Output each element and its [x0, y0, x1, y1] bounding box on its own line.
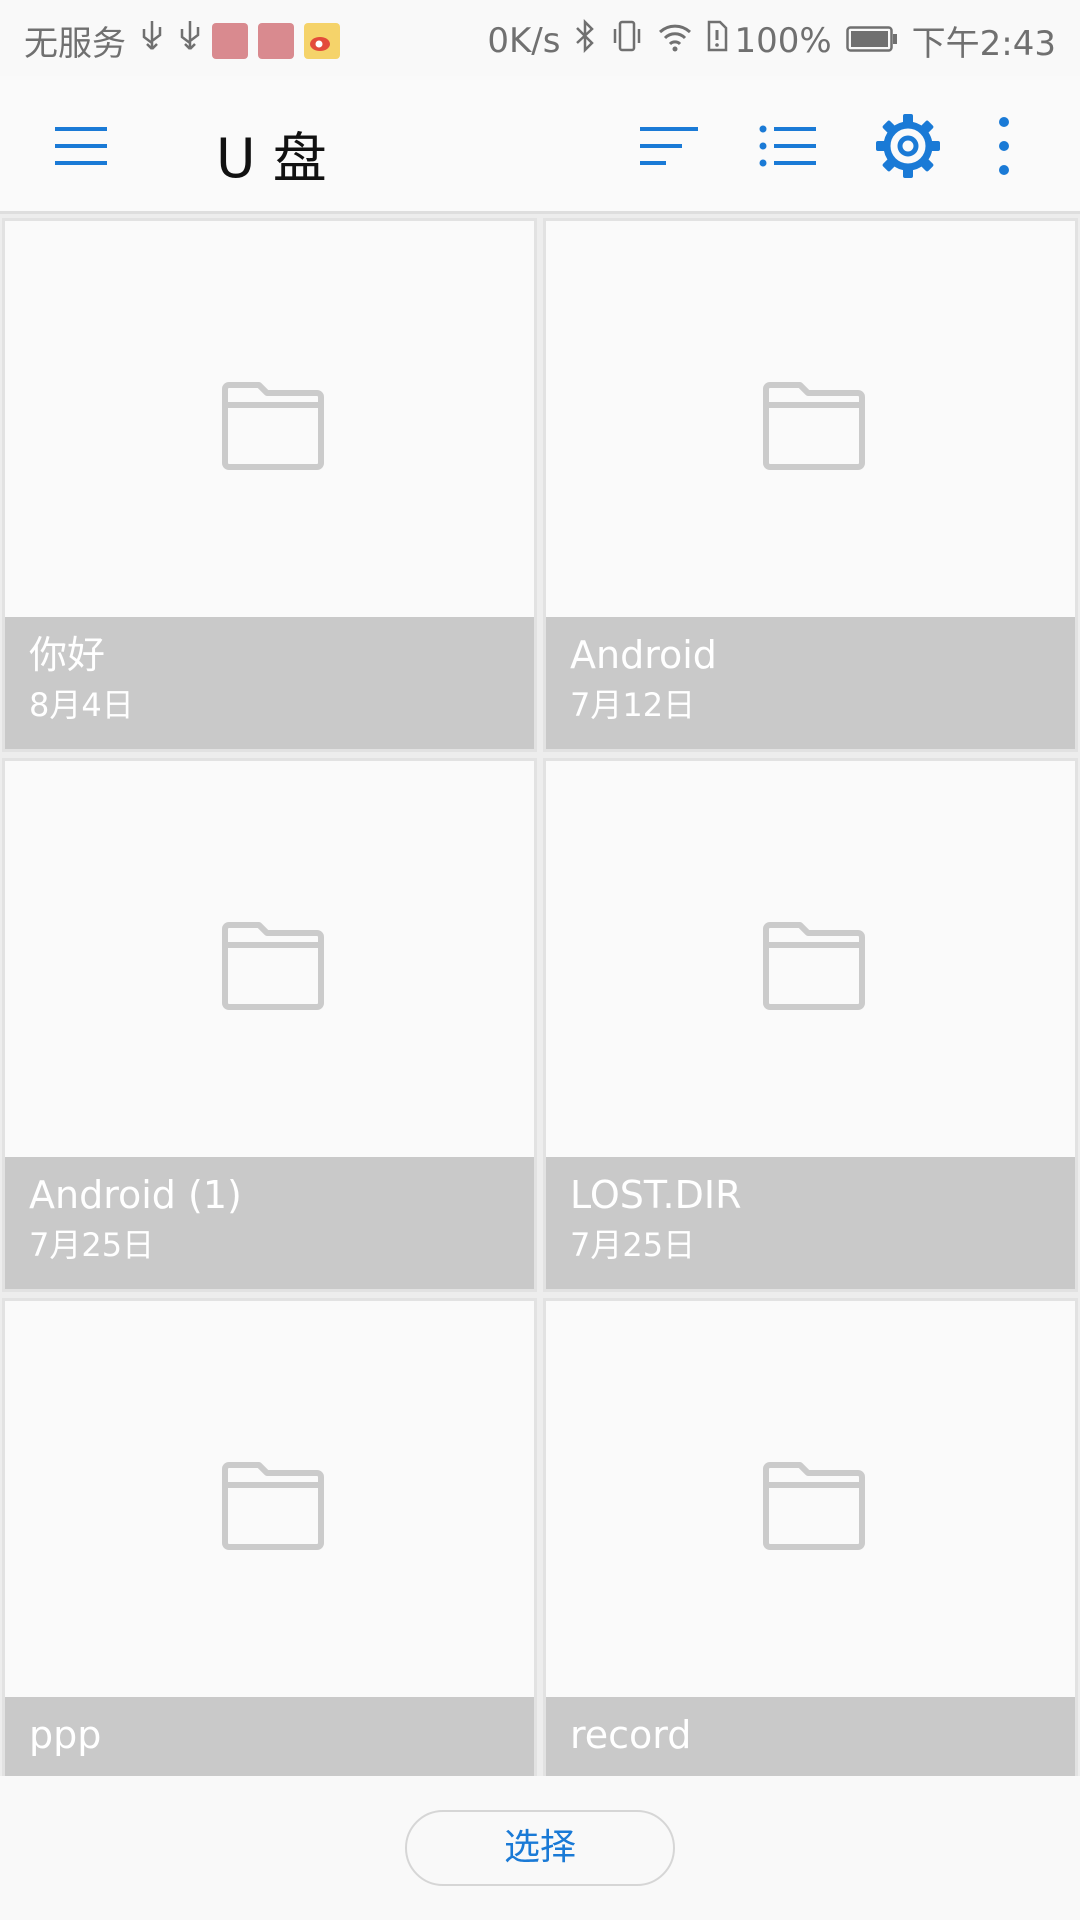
wifi-icon — [658, 21, 692, 61]
folder-icon — [222, 382, 324, 470]
clock: 下午2:43 — [911, 24, 1056, 64]
bottom-bar: 选择 — [0, 1776, 1080, 1920]
folder-name: Android (1) — [29, 1173, 242, 1217]
status-bar: 无服务 0K/s 100% 下午2:43 — [0, 0, 1080, 76]
select-button[interactable]: 选择 — [405, 1810, 675, 1886]
folder-caption: Android 7月12日 — [546, 617, 1075, 749]
folder-date: 7月25日 — [29, 1226, 155, 1264]
folder-caption: ppp — [5, 1697, 534, 1776]
page-title: U 盘 — [216, 127, 327, 190]
settings-button[interactable] — [874, 112, 942, 180]
huawei-app-icon — [212, 22, 248, 59]
folder-date: 8月4日 — [29, 686, 134, 724]
folder-name: 你好 — [29, 633, 106, 677]
folder-date: 7月25日 — [570, 1226, 696, 1264]
folder-caption: Android (1) 7月25日 — [5, 1157, 534, 1289]
folder-icon — [763, 1462, 865, 1550]
folder-tile[interactable]: 你好 8月4日 — [2, 218, 537, 752]
folder-name: record — [570, 1713, 692, 1757]
carrier-label: 无服务 — [24, 24, 126, 64]
list-view-icon — [759, 125, 816, 167]
folder-tile[interactable]: record — [543, 1298, 1078, 1776]
folder-tile[interactable]: ppp — [2, 1298, 537, 1776]
weibo-icon — [304, 22, 340, 59]
folder-name: LOST.DIR — [570, 1173, 742, 1217]
status-right: 0K/s 100% 下午2:43 — [487, 16, 1056, 65]
battery-icon — [845, 21, 898, 61]
settings-icon — [876, 114, 940, 178]
usb-icon — [178, 19, 202, 62]
folder-tile[interactable]: Android (1) 7月25日 — [2, 758, 537, 1292]
folder-icon — [222, 1462, 324, 1550]
folder-icon — [222, 922, 324, 1010]
menu-icon — [55, 127, 107, 165]
battery-percent: 100% — [734, 20, 832, 61]
folder-caption: 你好 8月4日 — [5, 617, 534, 749]
folder-name: Android — [570, 633, 717, 677]
folder-date: 7月12日 — [570, 686, 696, 724]
bluetooth-icon — [574, 18, 596, 62]
folder-icon — [763, 382, 865, 470]
usb-icon — [140, 19, 164, 62]
huawei-app-icon — [258, 22, 294, 59]
folder-tile[interactable]: LOST.DIR 7月25日 — [543, 758, 1078, 1292]
folder-name: ppp — [29, 1713, 102, 1757]
menu-button[interactable] — [52, 116, 112, 176]
folder-caption: LOST.DIR 7月25日 — [546, 1157, 1075, 1289]
folder-caption: record — [546, 1697, 1075, 1776]
vibrate-icon — [610, 19, 644, 62]
status-left: 无服务 — [24, 16, 340, 65]
sort-button[interactable] — [634, 112, 702, 180]
sim-alert-icon — [706, 19, 728, 62]
folder-icon — [763, 922, 865, 1010]
folder-tile[interactable]: Android 7月12日 — [543, 218, 1078, 752]
folder-grid: 你好 8月4日 Android 7月12日 Android (1) 7月25日 … — [0, 216, 1080, 1776]
more-icon — [999, 117, 1009, 175]
more-options-button[interactable] — [970, 112, 1038, 180]
sort-icon — [640, 127, 698, 165]
list-view-button[interactable] — [754, 112, 822, 180]
app-bar: U 盘 — [0, 76, 1080, 214]
network-speed: 0K/s — [487, 20, 561, 61]
